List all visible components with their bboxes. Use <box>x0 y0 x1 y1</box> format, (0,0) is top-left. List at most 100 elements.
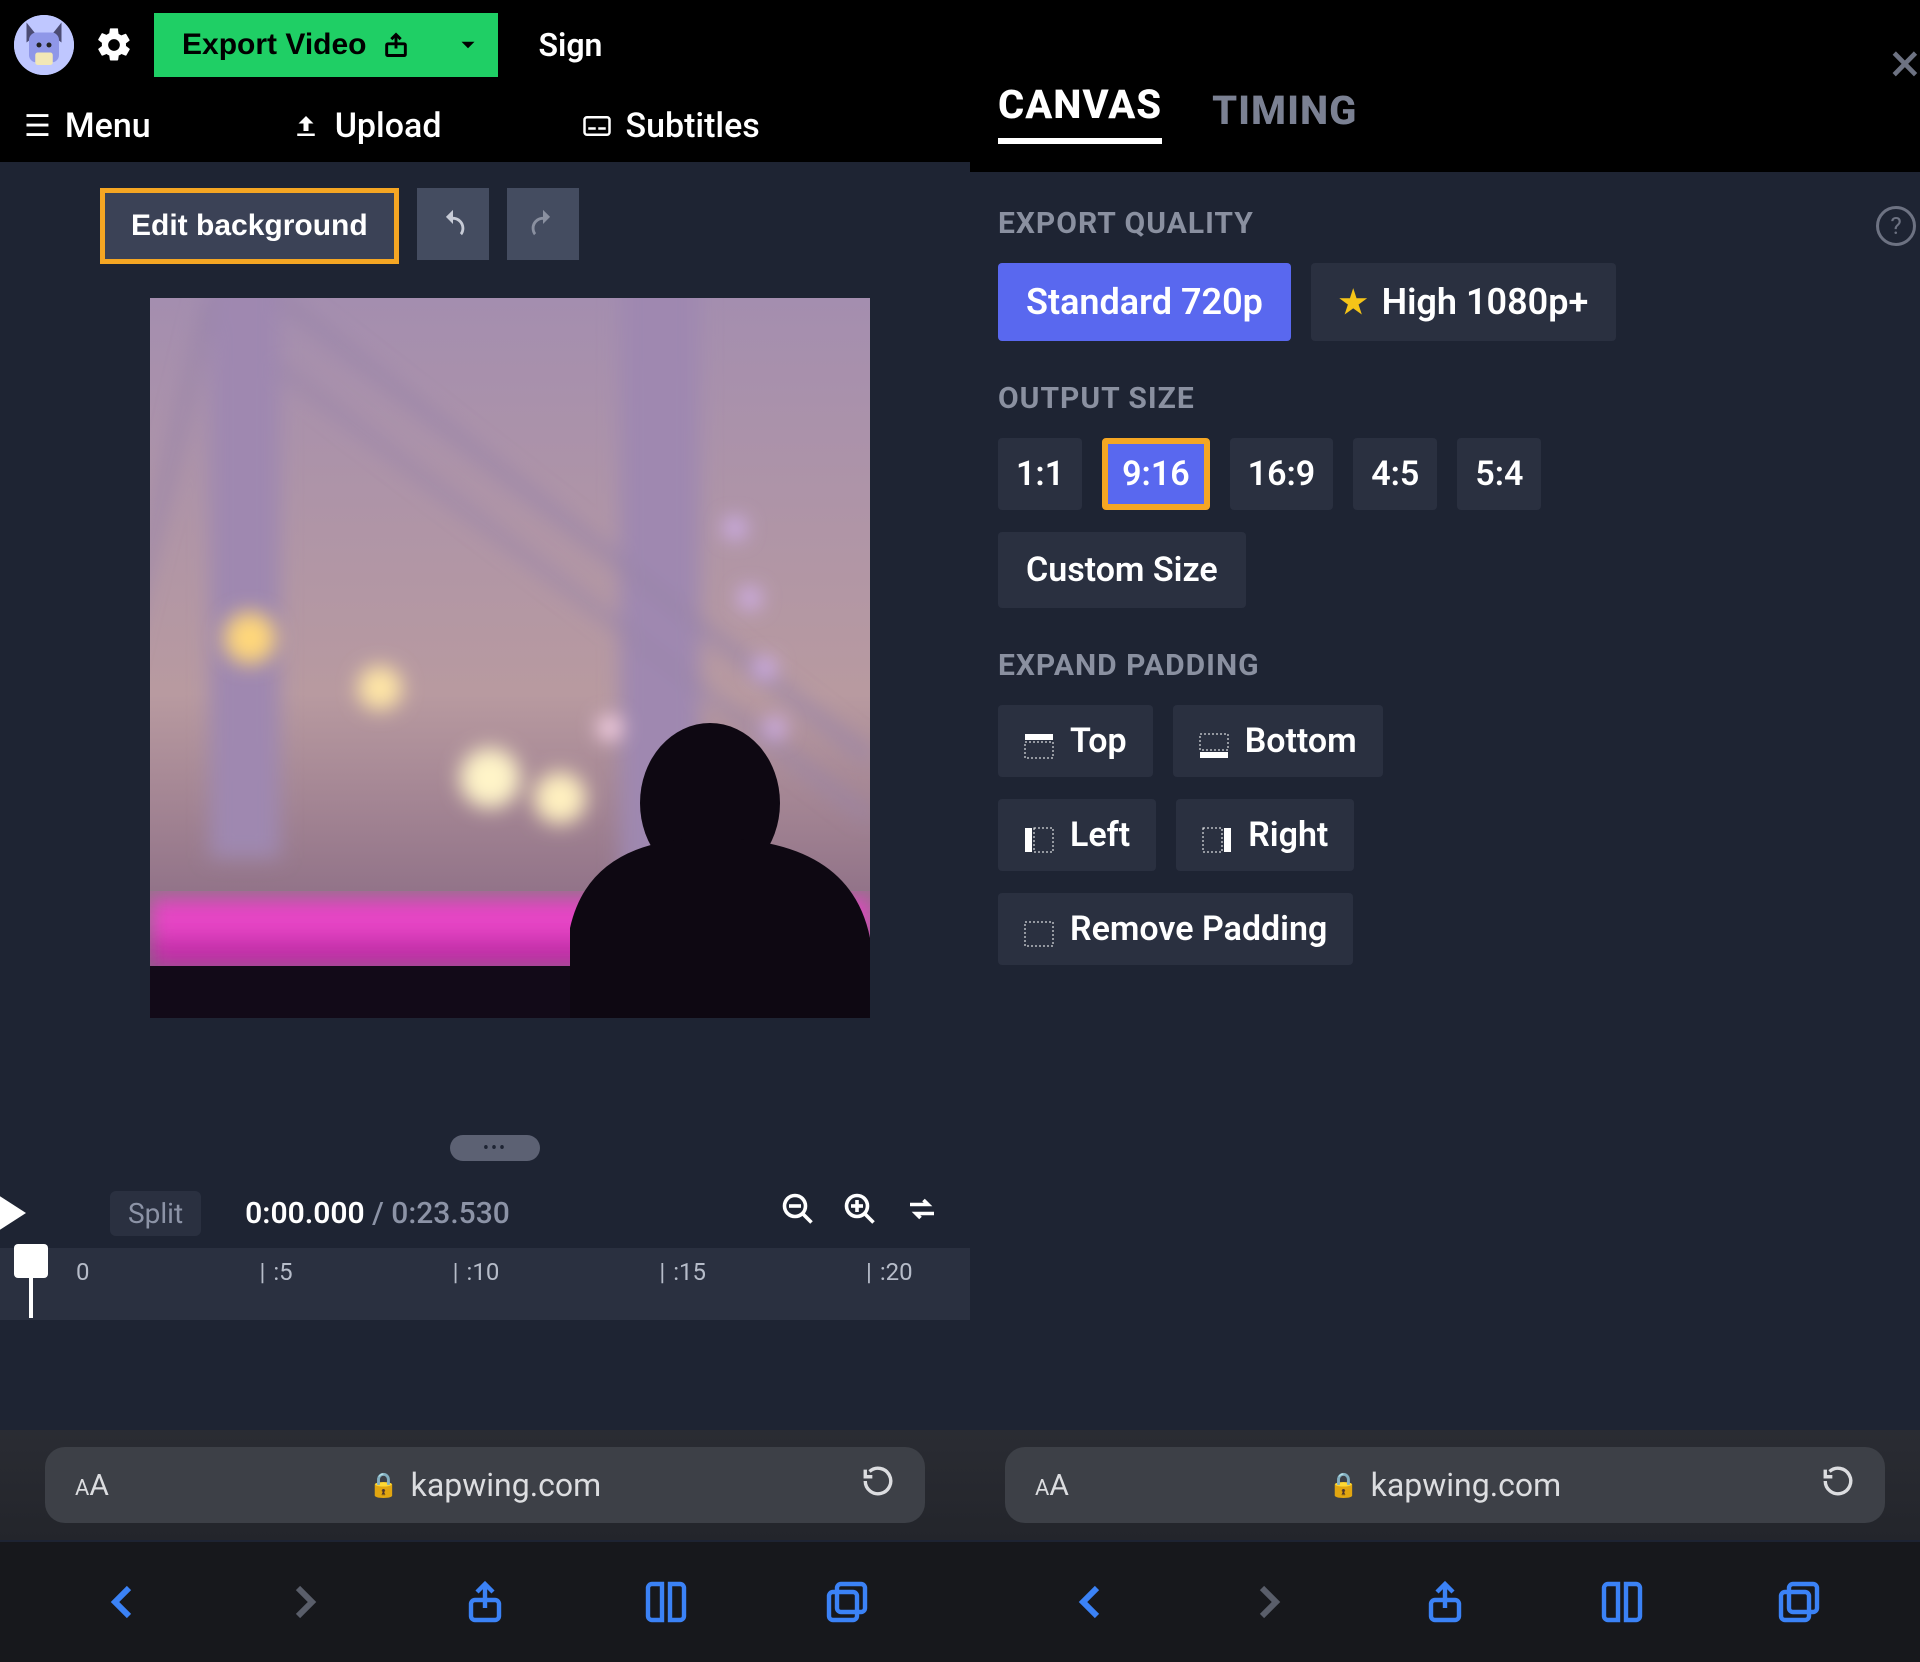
safari-url-bar-right: AA 🔒 kapwing.com <box>970 1430 1920 1540</box>
chevron-right-icon <box>1244 1578 1292 1626</box>
chevron-down-icon <box>455 32 481 58</box>
upload-icon <box>291 111 321 141</box>
zoom-out-icon <box>780 1191 816 1227</box>
size-16-9[interactable]: 16:9 <box>1230 438 1334 510</box>
tabs-row: CANVAS TIMING × <box>970 0 1920 172</box>
edit-background-button[interactable]: Edit background <box>100 188 399 264</box>
play-controls: Split 0:00.000 / 0:23.530 <box>0 1178 970 1248</box>
redo-icon <box>526 207 560 241</box>
settings-icon[interactable] <box>94 25 134 65</box>
chevron-left-icon <box>1067 1578 1115 1626</box>
share-button[interactable] <box>461 1578 509 1626</box>
quality-high[interactable]: ★ High 1080p+ <box>1311 263 1616 341</box>
padding-bottom[interactable]: Bottom <box>1173 705 1383 777</box>
subtitles-button[interactable]: Subtitles <box>582 106 760 146</box>
quality-standard[interactable]: Standard 720p <box>998 263 1291 341</box>
subtitles-label: Subtitles <box>626 106 760 146</box>
text-size-button-right[interactable]: AA <box>1035 1468 1069 1503</box>
play-button[interactable] <box>0 1195 26 1231</box>
help-icon[interactable]: ? <box>1876 206 1916 246</box>
size-4-5[interactable]: 4:5 <box>1353 438 1437 510</box>
menu-label: Menu <box>65 106 151 146</box>
text-size-button[interactable]: AAAA <box>75 1468 109 1503</box>
upload-label: Upload <box>335 106 442 146</box>
split-button[interactable]: Split <box>110 1191 201 1236</box>
size-1-1[interactable]: 1:1 <box>998 438 1082 510</box>
reload-button-right[interactable] <box>1821 1464 1855 1507</box>
section-expand-padding: EXPAND PADDING <box>998 648 1892 683</box>
share-up-icon <box>1421 1578 1469 1626</box>
close-panel-button[interactable]: × <box>1890 30 1920 96</box>
upload-button[interactable]: Upload <box>291 106 442 146</box>
pad-right-icon <box>1202 822 1232 848</box>
export-label: Export Video <box>182 28 366 62</box>
share-up-icon <box>461 1578 509 1626</box>
bookmarks-button-right[interactable] <box>1598 1578 1646 1626</box>
padding-right[interactable]: Right <box>1176 799 1354 871</box>
timeline-ruler[interactable]: 0 |:5 |:10 |:15 |:20 <box>0 1248 970 1320</box>
menu-button[interactable]: ☰ Menu <box>24 106 151 146</box>
avatar[interactable] <box>14 15 74 75</box>
quality-high-label: High 1080p+ <box>1382 281 1589 323</box>
domain-text-right: kapwing.com <box>1371 1466 1562 1504</box>
book-icon <box>642 1578 690 1626</box>
tab-canvas[interactable]: CANVAS <box>998 81 1162 144</box>
back-button[interactable] <box>99 1578 147 1626</box>
safari-url-bar: AAAA 🔒 kapwing.com <box>0 1430 970 1540</box>
tick-0: 0 <box>76 1258 90 1286</box>
tabs-button-right[interactable] <box>1775 1578 1823 1626</box>
padding-left[interactable]: Left <box>998 799 1156 871</box>
tick-10: :10 <box>467 1258 500 1286</box>
time-duration: 0:23.530 <box>391 1196 510 1231</box>
size-custom[interactable]: Custom Size <box>998 532 1246 608</box>
menu-bar: ☰ Menu Upload Subtitles <box>0 90 970 162</box>
sign-link[interactable]: Sign <box>538 26 602 64</box>
canvas-preview[interactable] <box>150 298 870 1018</box>
chevron-right-icon <box>280 1578 328 1626</box>
zoom-out-button[interactable] <box>780 1191 816 1236</box>
size-9-16[interactable]: 9:16 <box>1102 438 1210 510</box>
undo-icon <box>436 207 470 241</box>
padding-top[interactable]: Top <box>998 705 1153 777</box>
time-current: 0:00.000 <box>245 1196 365 1231</box>
pad-remove-icon <box>1024 916 1054 942</box>
url-pill-right[interactable]: AA 🔒 kapwing.com <box>1005 1447 1885 1523</box>
redo-button[interactable] <box>507 188 579 260</box>
book-icon <box>1598 1578 1646 1626</box>
time-display: 0:00.000 / 0:23.530 <box>245 1196 510 1231</box>
share-button-right[interactable] <box>1421 1578 1469 1626</box>
panel-drag-handle[interactable]: ••• <box>450 1135 540 1161</box>
reload-icon <box>1821 1464 1855 1498</box>
undo-button[interactable] <box>417 188 489 260</box>
loop-button[interactable] <box>904 1191 940 1236</box>
back-button-right[interactable] <box>1067 1578 1115 1626</box>
editor-view: Export Video Sign ☰ Menu Upload Subtitle… <box>0 0 970 1662</box>
reload-button[interactable] <box>861 1464 895 1507</box>
subtitles-icon <box>582 111 612 141</box>
zoom-in-button[interactable] <box>842 1191 878 1236</box>
playhead[interactable] <box>14 1244 48 1278</box>
star-icon: ★ <box>1339 283 1368 321</box>
forward-button-right[interactable] <box>1244 1578 1292 1626</box>
url-display: 🔒 kapwing.com <box>369 1466 601 1504</box>
padding-remove[interactable]: Remove Padding <box>998 893 1353 965</box>
pad-bottom-icon <box>1199 728 1229 754</box>
export-video-button[interactable]: Export Video <box>154 13 438 77</box>
forward-button[interactable] <box>280 1578 328 1626</box>
tabs-button[interactable] <box>823 1578 871 1626</box>
url-display-right: 🔒 kapwing.com <box>1329 1466 1561 1504</box>
export-dropdown[interactable] <box>438 13 498 77</box>
pad-left-icon <box>1024 822 1054 848</box>
tick-5: :5 <box>273 1258 292 1286</box>
safari-toolbar-right <box>970 1542 1920 1662</box>
url-pill[interactable]: AAAA 🔒 kapwing.com <box>45 1447 925 1523</box>
section-export-quality: EXPORT QUALITY <box>998 206 1892 241</box>
hamburger-icon: ☰ <box>24 109 51 144</box>
tabs-icon <box>823 1578 871 1626</box>
tick-20: :20 <box>880 1258 913 1286</box>
bookmarks-button[interactable] <box>642 1578 690 1626</box>
tab-timing[interactable]: TIMING <box>1212 87 1357 144</box>
swap-icon <box>904 1191 940 1227</box>
settings-panel: CANVAS TIMING × ? EXPORT QUALITY Standar… <box>970 0 1920 1662</box>
size-5-4[interactable]: 5:4 <box>1457 438 1541 510</box>
